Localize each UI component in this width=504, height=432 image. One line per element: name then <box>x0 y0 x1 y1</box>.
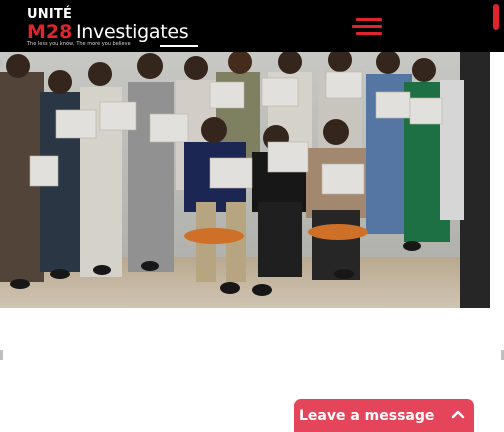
chevron-up-icon[interactable] <box>451 409 465 419</box>
hero-image <box>0 52 490 308</box>
site-logo[interactable]: UNITÉ M28 Investigates The less you know… <box>27 7 202 49</box>
logo-underline <box>160 45 198 47</box>
chat-label: Leave a message <box>299 408 435 424</box>
edge-marker <box>0 350 3 360</box>
site-header: UNITÉ M28 Investigates The less you know… <box>0 0 504 52</box>
logo-brand-red: M28 <box>27 21 73 43</box>
group-photo <box>0 52 490 308</box>
hamburger-menu-icon[interactable] <box>350 15 386 39</box>
logo-line1: UNITÉ <box>27 7 73 22</box>
logo-tagline: The less you know, The more you believe <box>27 41 131 47</box>
scroll-indicator <box>493 4 499 30</box>
leave-message-widget[interactable]: Leave a message <box>294 399 474 432</box>
edge-marker <box>0 60 3 66</box>
